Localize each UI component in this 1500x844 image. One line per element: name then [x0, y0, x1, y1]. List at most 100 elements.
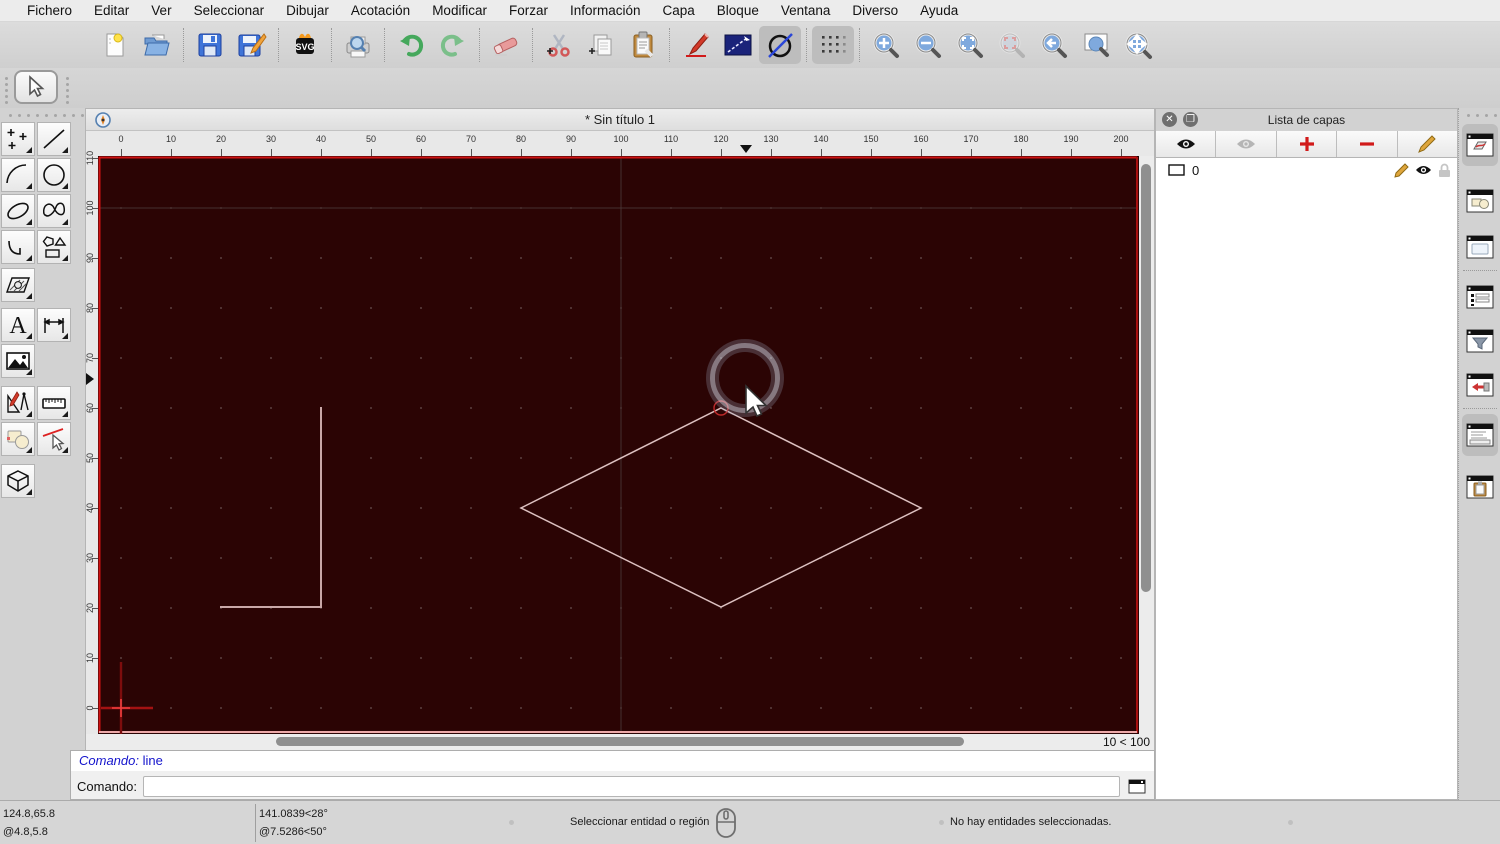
polygon-tool-button[interactable]: [37, 230, 71, 264]
measure-tool-button[interactable]: [37, 386, 71, 420]
menu-item-acotacion[interactable]: Acotación: [340, 3, 421, 18]
deselect-circle-icon: [768, 33, 793, 58]
delete-button[interactable]: [485, 26, 527, 64]
menu-item-ayuda[interactable]: Ayuda: [909, 3, 969, 18]
undo-button[interactable]: [390, 26, 432, 64]
layer-row[interactable]: 0: [1156, 158, 1457, 182]
layer-visible-eye-icon[interactable]: [1415, 164, 1432, 176]
ruler-x-tick-label: 190: [1063, 134, 1079, 144]
save-as-icon: [238, 33, 267, 57]
points-tool-button[interactable]: [1, 122, 35, 156]
zoom-redraw-icon: [999, 32, 1025, 58]
toggle-block-list-button[interactable]: [1462, 180, 1498, 222]
ruler-x-tick-mark: [1121, 149, 1122, 156]
zoom-window-button[interactable]: [1075, 26, 1117, 64]
zoom-auto-button[interactable]: [949, 26, 991, 64]
command-detach-button[interactable]: [1124, 775, 1150, 797]
ruler-x-tick-label: 10: [165, 134, 177, 144]
text-tool-button[interactable]: A: [1, 308, 35, 342]
horizontal-scrollbar[interactable]: 10 < 100: [86, 734, 1154, 750]
ruler-x-tick-label: 200: [1113, 134, 1129, 144]
horizontal-scrollbar-thumb[interactable]: [276, 737, 964, 746]
menu-item-editar[interactable]: Editar: [83, 3, 140, 18]
toolbar-handle[interactable]: [5, 74, 8, 107]
menu-item-dibujar[interactable]: Dibujar: [275, 3, 340, 18]
redo-icon: [440, 34, 464, 57]
save-button[interactable]: [189, 26, 231, 64]
menu-item-forzar[interactable]: Forzar: [498, 3, 559, 18]
show-all-layers-button[interactable]: [1156, 131, 1217, 157]
library-window-icon: [1466, 235, 1494, 258]
menu-item-modificar[interactable]: Modificar: [421, 3, 498, 18]
layer-edit-pencil-icon[interactable]: [1394, 162, 1409, 178]
zoom-out-button[interactable]: [907, 26, 949, 64]
copy-button[interactable]: [580, 26, 622, 64]
select-entity-tool-button[interactable]: [37, 422, 71, 456]
dimension-tool-button[interactable]: [37, 308, 71, 342]
palette-handle[interactable]: [6, 114, 87, 117]
hatch-tool-button[interactable]: [1, 268, 35, 302]
toolbar-handle[interactable]: [66, 74, 69, 107]
ruler-x-tick-mark: [271, 149, 272, 156]
print-preview-button[interactable]: [337, 26, 379, 64]
deselect-button[interactable]: [759, 26, 801, 64]
menu-item-informacion[interactable]: Información: [559, 3, 652, 18]
select-window-button[interactable]: [717, 26, 759, 64]
ellipse-tool-button[interactable]: [1, 194, 35, 228]
spline-tool-button[interactable]: [37, 194, 71, 228]
open-file-button[interactable]: [136, 26, 178, 64]
drawing-canvas[interactable]: [98, 156, 1139, 734]
cut-button[interactable]: [538, 26, 580, 64]
zoom-in-button[interactable]: [865, 26, 907, 64]
solid-3d-tool-button[interactable]: [1, 464, 35, 498]
toggle-clipboard-button[interactable]: [1462, 466, 1498, 508]
new-file-button[interactable]: [94, 26, 136, 64]
copy-icon: [589, 34, 612, 56]
add-layer-button[interactable]: [1277, 131, 1338, 157]
ruler-x-tick-mark: [171, 149, 172, 156]
draw-pen-button[interactable]: [675, 26, 717, 64]
zoom-redraw-button[interactable]: [991, 26, 1033, 64]
toggle-library-button[interactable]: [1462, 226, 1498, 268]
modify-tool-button[interactable]: [1, 386, 35, 420]
menu-item-bloque[interactable]: Bloque: [706, 3, 770, 18]
vertical-scrollbar-thumb[interactable]: [1141, 164, 1151, 592]
paste-button[interactable]: [622, 26, 664, 64]
ruler-x-tick-label: 100: [613, 134, 629, 144]
zoom-pan-button[interactable]: [1117, 26, 1159, 64]
save-as-button[interactable]: [231, 26, 273, 64]
arc-tool-button[interactable]: [1, 158, 35, 192]
status-selection-info: No hay entidades seleccionadas.: [950, 816, 1112, 828]
toggle-layer-list-button[interactable]: [1462, 124, 1498, 166]
command-input[interactable]: [142, 775, 1120, 797]
toggle-command-widget-button[interactable]: [1462, 364, 1498, 406]
remove-layer-button[interactable]: [1337, 131, 1398, 157]
toggle-entity-list-button[interactable]: [1462, 276, 1498, 318]
document-titlebar[interactable]: * Sin título 1: [86, 109, 1154, 131]
redo-button[interactable]: [432, 26, 474, 64]
snap-grid-button[interactable]: [812, 26, 854, 64]
layer-panel-toolbar: [1156, 131, 1457, 158]
layer-lock-icon[interactable]: [1438, 163, 1451, 178]
dock-handle[interactable]: [1464, 114, 1500, 117]
menu-item-ventana[interactable]: Ventana: [770, 3, 842, 18]
edit-layer-button[interactable]: [1398, 131, 1457, 157]
toggle-command-line-button[interactable]: [1462, 414, 1498, 456]
menu-item-diverso[interactable]: Diverso: [841, 3, 909, 18]
menu-item-capa[interactable]: Capa: [652, 3, 706, 18]
ruler-x: 0 10 20 30 40 50 60 70 80 90 100 110 120 130 140 150 160…: [98, 131, 1139, 156]
select-tool-button[interactable]: [14, 70, 58, 104]
block-edit-tool-button[interactable]: [1, 422, 35, 456]
menu-item-fichero[interactable]: Fichero: [16, 3, 83, 18]
line-tool-button[interactable]: [37, 122, 71, 156]
vertical-scrollbar[interactable]: [1139, 156, 1154, 734]
hide-all-layers-button[interactable]: [1216, 131, 1277, 157]
circle-tool-button[interactable]: [37, 158, 71, 192]
polyline-tool-button[interactable]: [1, 230, 35, 264]
toggle-filter-button[interactable]: [1462, 320, 1498, 362]
menu-item-ver[interactable]: Ver: [140, 3, 182, 18]
image-tool-button[interactable]: [1, 344, 35, 378]
zoom-previous-button[interactable]: [1033, 26, 1075, 64]
menu-item-seleccionar[interactable]: Seleccionar: [183, 3, 276, 18]
export-svg-button[interactable]: SVG: [284, 26, 326, 64]
